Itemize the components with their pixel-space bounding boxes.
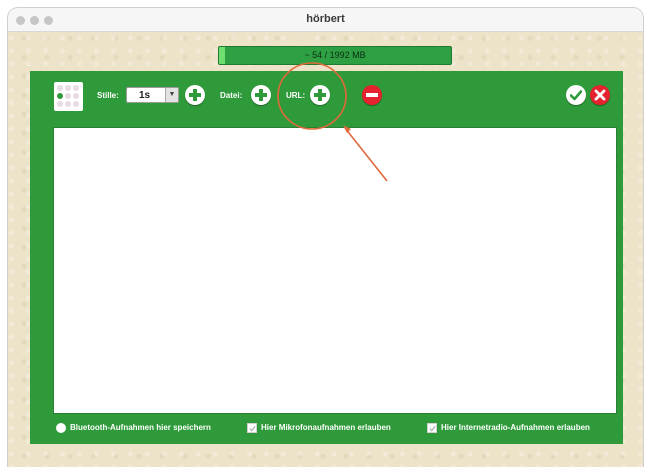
silence-label: Stille: [97,91,119,100]
minus-icon [366,93,378,97]
add-url-button[interactable] [310,85,330,105]
microphone-option[interactable]: Hier Mikrofonaufnahmen erlauben [247,423,417,435]
internetradio-option-label: Hier Internetradio-Aufnahmen erlauben [441,423,590,432]
storage-indicator: ~ 54 / 1992 MB [218,46,452,65]
chevron-down-icon[interactable]: ▼ [165,88,178,102]
plus-icon [255,89,267,101]
silence-select[interactable]: 1s ▼ [126,87,179,103]
file-label: Datei: [220,91,243,100]
microphone-option-label: Hier Mikrofonaufnahmen erlauben [261,423,391,432]
silence-value: 1s [139,90,151,101]
playlist-panel: Stille: 1s ▼ Datei: URL: Bluetooth-Aufna… [30,71,623,444]
internetradio-checkbox[interactable] [427,423,437,433]
checkmark-icon [248,425,256,432]
storage-text: ~ 54 / 1992 MB [304,50,366,60]
checkmark-icon [428,425,436,432]
cancel-button[interactable] [590,85,610,105]
url-label: URL: [286,91,306,100]
window-title: hörbert [306,13,345,25]
bluetooth-option[interactable]: Bluetooth-Aufnahmen hier speichern [56,423,256,435]
internetradio-option[interactable]: Hier Internetradio-Aufnahmen erlauben [427,423,617,435]
confirm-button[interactable] [566,85,586,105]
bluetooth-option-label: Bluetooth-Aufnahmen hier speichern [70,423,211,432]
app-window: hörbert ~ 54 / 1992 MB Stille: 1s ▼ Date… [8,8,643,467]
microphone-checkbox[interactable] [247,423,257,433]
plus-icon [314,89,326,101]
close-icon [594,89,606,101]
playlist-color-logo[interactable] [54,82,83,111]
add-silence-button[interactable] [185,85,205,105]
track-list[interactable] [53,127,617,414]
checkmark-icon [570,90,582,101]
bluetooth-radio[interactable] [56,423,66,433]
title-bar: hörbert [8,8,643,32]
add-file-button[interactable] [251,85,271,105]
remove-button[interactable] [362,85,382,105]
plus-icon [189,89,201,101]
